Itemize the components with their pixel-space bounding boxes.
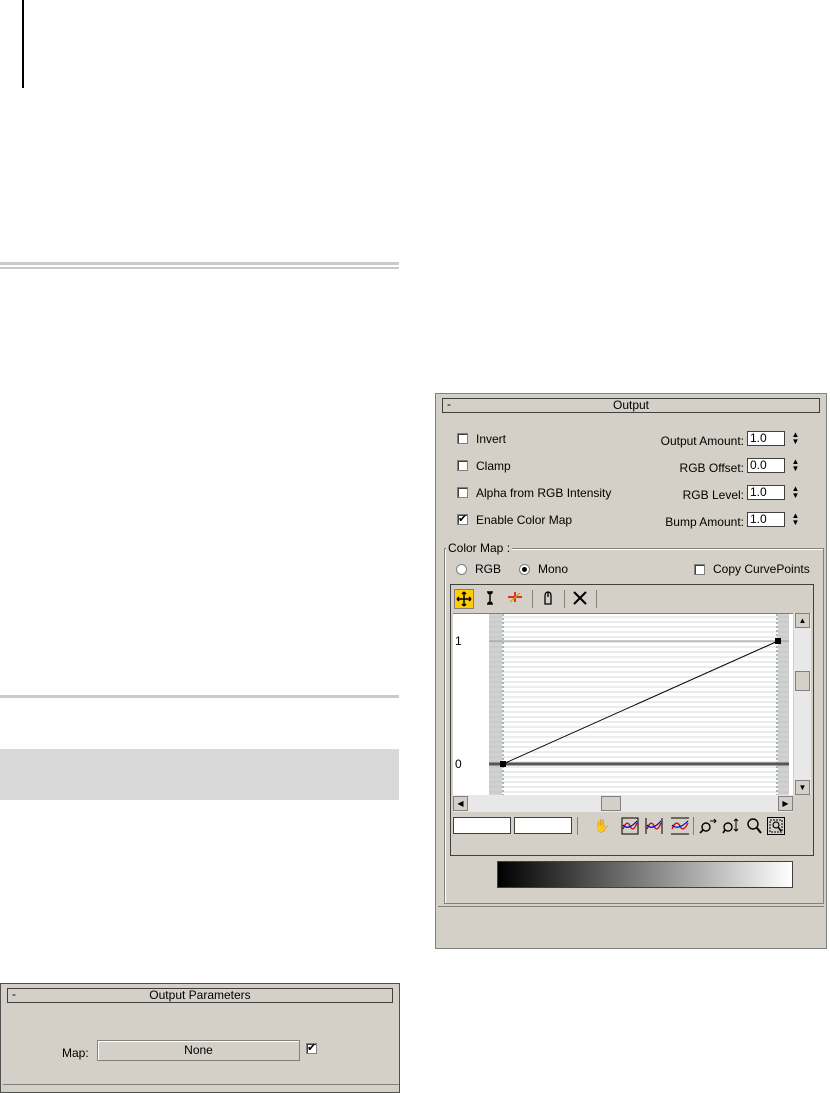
margin-rule xyxy=(22,0,24,88)
horizontal-scrollbar[interactable]: ◀ ▶ xyxy=(453,795,793,812)
output-rollout-header[interactable]: - Output xyxy=(442,398,820,413)
rgb-offset-spinner[interactable]: ▲ ▼ xyxy=(790,458,801,473)
curve-control-point xyxy=(500,761,506,767)
bottom-separator xyxy=(693,817,694,835)
scroll-right-arrow[interactable]: ▶ xyxy=(778,796,793,811)
collapse-icon: - xyxy=(12,987,16,1001)
move-icon[interactable] xyxy=(454,589,474,609)
bump-amount-field[interactable]: 1.0 xyxy=(747,512,785,527)
zoom-horizontal-icon[interactable] xyxy=(699,817,717,835)
curve-point-y-field[interactable] xyxy=(514,817,572,834)
toolbar-separator xyxy=(596,590,597,608)
curve-graph-area[interactable]: 1 0 xyxy=(453,613,793,796)
color-map-gradient xyxy=(497,861,793,888)
zoom-horizontal-extents-icon[interactable] xyxy=(645,817,663,835)
curve-point-x-field[interactable] xyxy=(453,817,511,834)
panel-divider xyxy=(3,1084,399,1085)
zoom-value-extents-icon[interactable] xyxy=(670,817,689,835)
zoom-vertical-icon[interactable] xyxy=(722,817,740,835)
output-amount-spinner[interactable]: ▲ ▼ xyxy=(790,431,801,446)
rollout-title: Output xyxy=(612,398,650,412)
check-mark-icon: ✔ xyxy=(307,1042,317,1054)
collapse-icon: - xyxy=(447,397,451,411)
map-button[interactable]: None xyxy=(97,1040,300,1061)
alpha-from-rgb-label: Alpha from RGB Intensity xyxy=(476,486,612,500)
output-rollout-panel: - Output Invert Clamp Alpha from RGB Int… xyxy=(435,393,827,949)
panel-divider xyxy=(438,906,824,907)
copy-curve-points-label: Copy CurvePoints xyxy=(713,562,810,576)
map-enabled-checkbox[interactable]: ✔ xyxy=(306,1043,317,1054)
shaded-band xyxy=(0,749,399,800)
mono-radio[interactable] xyxy=(519,564,530,575)
y-axis-label-0: 0 xyxy=(455,757,462,771)
section-divider xyxy=(0,695,399,698)
copy-curve-points-checkbox[interactable] xyxy=(694,564,705,575)
enable-color-map-checkbox[interactable]: ✔ xyxy=(457,514,468,525)
zoom-region-icon[interactable] xyxy=(767,817,785,835)
add-point-icon[interactable] xyxy=(506,589,526,609)
rgb-offset-field[interactable]: 0.0 xyxy=(747,458,785,473)
scroll-up-arrow[interactable]: ▲ xyxy=(795,613,810,628)
clamp-checkbox[interactable] xyxy=(457,460,468,471)
vertical-scroll-thumb[interactable] xyxy=(795,671,810,691)
bump-amount-label: Bump Amount: xyxy=(665,515,744,529)
rgb-level-label: RGB Level: xyxy=(682,488,744,502)
reset-curves-icon[interactable] xyxy=(538,589,558,609)
output-parameters-header[interactable]: - Output Parameters xyxy=(7,988,393,1003)
delete-point-icon[interactable] xyxy=(570,589,590,609)
y-axis-label-1: 1 xyxy=(455,634,462,648)
bottom-separator xyxy=(577,817,578,835)
check-mark-icon: ✔ xyxy=(458,513,468,525)
enable-color-map-label: Enable Color Map xyxy=(476,513,573,527)
zoom-extents-icon[interactable] xyxy=(621,817,639,835)
scale-point-icon[interactable] xyxy=(480,589,500,609)
zoom-icon[interactable] xyxy=(745,817,763,835)
rgb-level-field[interactable]: 1.0 xyxy=(747,485,785,500)
toolbar-separator xyxy=(532,590,533,608)
bump-amount-spinner[interactable]: ▲ ▼ xyxy=(790,512,801,527)
invert-label: Invert xyxy=(476,432,507,446)
map-label: Map: xyxy=(62,1046,89,1060)
clamp-label: Clamp xyxy=(476,459,511,473)
rgb-offset-label: RGB Offset: xyxy=(679,461,744,475)
output-amount-field[interactable]: 1.0 xyxy=(747,431,785,446)
rgb-level-spinner[interactable]: ▲ ▼ xyxy=(790,485,801,500)
horizontal-scroll-thumb[interactable] xyxy=(601,796,621,811)
scroll-down-arrow[interactable]: ▼ xyxy=(795,780,810,795)
curve-editor: 1 0 ▲ ▼ ◀ ▶ ✋ xyxy=(450,584,814,856)
pan-icon[interactable]: ✋ xyxy=(593,817,611,835)
rollout-title: Output Parameters xyxy=(149,988,251,1002)
vertical-scrollbar[interactable]: ▲ ▼ xyxy=(794,613,811,795)
toolbar-separator xyxy=(564,590,565,608)
mono-radio-label: Mono xyxy=(538,562,569,576)
curve-graph xyxy=(489,614,789,796)
invert-checkbox[interactable] xyxy=(457,433,468,444)
rgb-radio-label: RGB xyxy=(475,562,502,576)
color-map-title: Color Map : xyxy=(446,541,513,555)
alpha-from-rgb-checkbox[interactable] xyxy=(457,487,468,498)
section-divider-double xyxy=(0,262,399,269)
curve-control-point xyxy=(775,638,781,644)
scroll-left-arrow[interactable]: ◀ xyxy=(453,796,468,811)
rgb-radio[interactable] xyxy=(456,564,467,575)
output-parameters-panel: - Output Parameters Map: None ✔ xyxy=(0,983,400,1093)
output-amount-label: Output Amount: xyxy=(660,434,744,448)
